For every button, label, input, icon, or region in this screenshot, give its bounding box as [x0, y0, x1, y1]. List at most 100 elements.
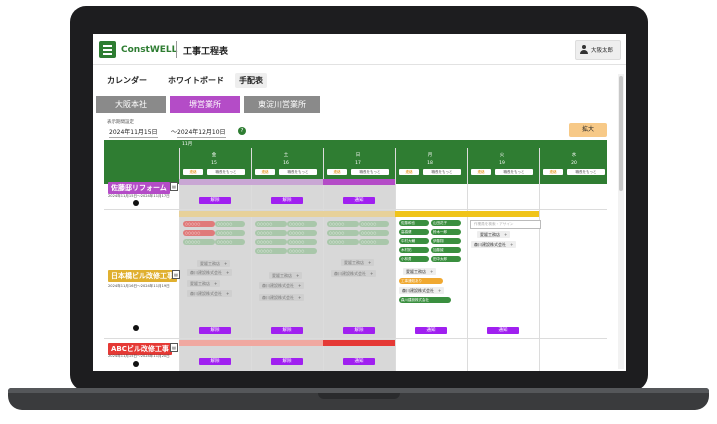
add-icon[interactable]: + [370, 271, 373, 276]
company-row[interactable]: 森川建設株式会社 + [259, 282, 305, 289]
worker-pill[interactable]: ○○○○○ [327, 221, 359, 227]
day-tag[interactable]: 連絡 [471, 169, 491, 175]
company-row[interactable]: 森川建設株式会社 + [187, 269, 233, 276]
company-row[interactable]: 愛媛工務店 + [341, 259, 375, 266]
worker-pill[interactable]: 加藤誠 [431, 247, 461, 253]
worker-pill[interactable]: ○○○○○ [327, 230, 359, 236]
end-date-field[interactable]: 2024年12月10日 [177, 127, 226, 138]
expand-row-icon[interactable] [133, 325, 139, 331]
worker-pill[interactable]: ○○○○○ [359, 230, 389, 236]
notify-button[interactable]: 通知 [487, 327, 519, 334]
company-row[interactable]: 森川建設株式会社 + [331, 270, 377, 277]
expand-row-icon[interactable] [133, 200, 139, 206]
day-tag[interactable]: 連絡 [543, 169, 563, 175]
start-date-field[interactable]: 2024年11月15日 [109, 127, 158, 138]
worker-pill[interactable]: ○○○○○ [183, 230, 215, 236]
company-row[interactable]: 森川建設株式会社 + [259, 294, 305, 301]
add-icon[interactable]: + [438, 288, 441, 293]
release-button[interactable]: 解除 [271, 358, 303, 365]
add-icon[interactable]: + [226, 270, 229, 275]
user-menu-button[interactable]: 大阪太郎 [575, 40, 621, 60]
worker-pill[interactable]: ○○○○○ [359, 221, 389, 227]
release-button[interactable]: 解除 [199, 358, 231, 365]
notify-button[interactable]: 通知 [415, 327, 447, 334]
worker-pill[interactable]: ○○○○○ [287, 248, 317, 254]
worker-pill[interactable]: ○○○○○ [359, 239, 389, 245]
memo-icon[interactable]: ▤ [170, 182, 178, 191]
company-row[interactable]: 愛媛工務店 + [477, 231, 511, 238]
tab-calendar[interactable]: カレンダー [107, 75, 147, 86]
day-note[interactable]: 職長をもっと [495, 169, 533, 175]
memo-icon[interactable]: ▤ [170, 343, 178, 352]
project-label[interactable]: 佐藤邸リフォーム [108, 182, 170, 194]
add-icon[interactable]: + [296, 273, 299, 278]
worker-pill[interactable]: 佐藤和也 [399, 220, 429, 226]
worker-pill[interactable]: 山田花子 [431, 220, 461, 226]
day-note[interactable]: 職長をもっと [207, 169, 245, 175]
worker-pill[interactable]: 田中太郎 [431, 256, 461, 262]
company-row[interactable]: 愛媛工務店 + [197, 260, 231, 267]
add-icon[interactable]: + [510, 242, 513, 247]
company-row[interactable]: 森川建設株式会社 + [399, 287, 445, 294]
worker-pill[interactable]: ○○○○○ [215, 221, 245, 227]
notify-status-pill[interactable]: 工事通知あり [399, 278, 443, 284]
worker-pill[interactable]: 高橋健 [399, 229, 429, 235]
project-label[interactable]: 日本橋ビル改修工事 [108, 270, 177, 282]
day-note[interactable]: 職長をもっと [351, 169, 389, 175]
project-bar-nihonbashi[interactable] [179, 211, 395, 217]
add-icon[interactable]: + [226, 291, 229, 296]
expand-button[interactable]: 拡大 [569, 123, 607, 137]
worker-pill[interactable]: ○○○○○ [215, 239, 245, 245]
day-tag[interactable]: 連絡 [255, 169, 275, 175]
project-bar-nihonbashi-active[interactable] [395, 211, 539, 217]
worker-search-input[interactable]: 作業員を検索・アサイン [470, 220, 541, 229]
hamburger-menu-icon[interactable] [99, 41, 116, 58]
tab-office-higashiyodogawa[interactable]: 東淀川営業所 [244, 96, 320, 113]
worker-pill[interactable]: ○○○○○ [287, 221, 317, 227]
tab-arrangement[interactable]: 手配表 [235, 73, 267, 88]
scrollbar-thumb[interactable] [619, 76, 623, 191]
company-row[interactable]: 森川建設株式会社 + [187, 290, 233, 297]
notify-button[interactable]: 通知 [343, 197, 375, 204]
company-row[interactable]: 森川建設株式会社 + [471, 241, 517, 248]
add-icon[interactable]: + [504, 232, 507, 237]
memo-icon[interactable]: ▤ [172, 270, 180, 279]
tab-whiteboard[interactable]: ホワイトボード [168, 75, 224, 86]
worker-pill[interactable]: ○○○○○ [255, 248, 287, 254]
add-icon[interactable]: + [430, 269, 433, 274]
worker-pill[interactable]: ○○○○○ [287, 239, 317, 245]
release-button[interactable]: 解除 [343, 327, 375, 334]
expand-row-icon[interactable] [133, 361, 139, 367]
worker-pill[interactable]: ○○○○○ [183, 221, 215, 227]
company-row[interactable]: 愛媛工務店 + [269, 272, 303, 279]
worker-pill[interactable]: ○○○○○ [255, 221, 287, 227]
day-tag[interactable]: 連絡 [183, 169, 203, 175]
tab-office-sakai[interactable]: 堺営業所 [170, 96, 240, 113]
release-button[interactable]: 解除 [199, 197, 231, 204]
release-button[interactable]: 解除 [271, 197, 303, 204]
company-row[interactable]: 愛媛工務店 + [403, 268, 437, 275]
add-icon[interactable]: + [368, 260, 371, 265]
worker-pill[interactable]: ○○○○○ [255, 230, 287, 236]
worker-pill[interactable]: 木村拓 [399, 247, 429, 253]
worker-pill[interactable]: 中村大輔 [399, 238, 429, 244]
help-icon[interactable]: ? [238, 127, 246, 135]
day-note[interactable]: 職長をもっと [567, 169, 605, 175]
add-icon[interactable]: + [214, 281, 217, 286]
release-button[interactable]: 解除 [271, 327, 303, 334]
notify-button[interactable]: 通知 [343, 358, 375, 365]
project-bar-abc[interactable] [179, 340, 323, 346]
worker-pill[interactable]: 鈴木一郎 [431, 229, 461, 235]
tab-office-osaka-hq[interactable]: 大阪本社 [96, 96, 166, 113]
company-status-pill[interactable]: 森川建設株式会社 [399, 297, 451, 303]
worker-pill[interactable]: ○○○○○ [255, 239, 287, 245]
worker-pill[interactable]: ○○○○○ [183, 239, 215, 245]
company-row[interactable]: 愛媛工務店 + [187, 280, 221, 287]
add-icon[interactable]: + [298, 283, 301, 288]
day-tag[interactable]: 連絡 [327, 169, 347, 175]
day-tag[interactable]: 連絡 [399, 169, 419, 175]
worker-pill[interactable]: ○○○○○ [327, 239, 359, 245]
project-bar-abc-active[interactable] [323, 340, 395, 346]
worker-pill[interactable]: 小林勇 [399, 256, 429, 262]
project-bar-sato-active[interactable] [323, 179, 395, 185]
